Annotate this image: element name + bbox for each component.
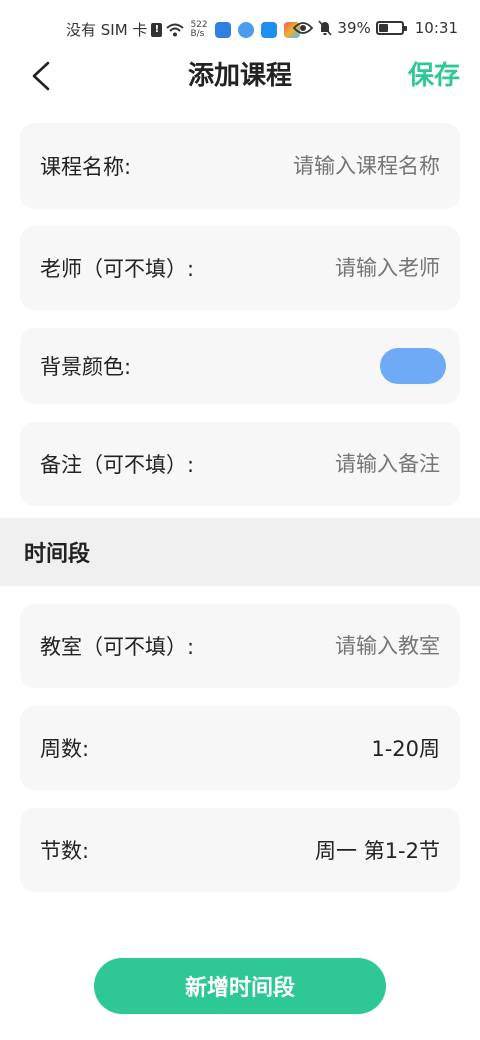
- app-notification-icon: [214, 21, 231, 38]
- note-row: 备注（可不填）:: [20, 422, 460, 506]
- course-name-label: 课程名称:: [40, 155, 132, 179]
- background-color-label: 背景颜色:: [40, 355, 132, 379]
- save-button[interactable]: 保存: [408, 58, 460, 94]
- course-name-row: 课程名称:: [20, 123, 460, 209]
- sim-status-text: 没有 SIM 卡: [66, 21, 148, 39]
- search-app-notification-icon: [260, 21, 277, 38]
- classroom-label: 教室（可不填）:: [40, 635, 195, 659]
- teacher-row: 老师（可不填）:: [20, 226, 460, 310]
- battery-percent: 39%: [337, 19, 371, 37]
- note-label: 备注（可不填）:: [40, 453, 195, 477]
- sim-alert-icon: !: [151, 22, 163, 37]
- background-color-row: 背景颜色:: [20, 328, 460, 404]
- battery-level: [378, 24, 389, 32]
- clock: 10:31: [414, 19, 458, 37]
- periods-label: 节数:: [40, 839, 90, 863]
- status-bar-right: 39% 10:31: [293, 19, 458, 37]
- teacher-input[interactable]: [240, 256, 440, 280]
- teacher-label: 老师（可不填）:: [40, 257, 195, 281]
- classroom-row: 教室（可不填）:: [20, 604, 460, 688]
- mute-bell-icon: [318, 20, 333, 36]
- app-notification-icon: [237, 21, 254, 38]
- battery-icon: [375, 21, 407, 35]
- classroom-input[interactable]: [240, 634, 440, 658]
- note-input[interactable]: [240, 452, 440, 476]
- status-bar-left: 没有 SIM 卡 ! 522 B/s: [66, 19, 300, 40]
- section-title: 时间段: [24, 542, 91, 567]
- weeks-value: 1-20周: [371, 737, 440, 761]
- top-app-bar: 添加课程 保存: [0, 56, 480, 96]
- eye-icon: [293, 22, 314, 34]
- weeks-row[interactable]: 周数: 1-20周: [20, 706, 460, 790]
- network-speed: 522 B/s: [190, 20, 207, 39]
- background-color-swatch[interactable]: [380, 348, 446, 384]
- time-slot-section-header: 时间段: [0, 518, 480, 586]
- course-name-input[interactable]: [240, 154, 440, 178]
- add-time-slot-button[interactable]: 新增时间段: [94, 958, 386, 1014]
- weeks-label: 周数:: [40, 737, 90, 761]
- periods-value: 周一 第1-2节: [315, 839, 440, 863]
- wifi-icon: [166, 23, 185, 36]
- network-speed-unit: B/s: [190, 28, 205, 39]
- periods-row[interactable]: 节数: 周一 第1-2节: [20, 808, 460, 892]
- status-bar: 没有 SIM 卡 ! 522 B/s 39% 10:31: [0, 0, 480, 56]
